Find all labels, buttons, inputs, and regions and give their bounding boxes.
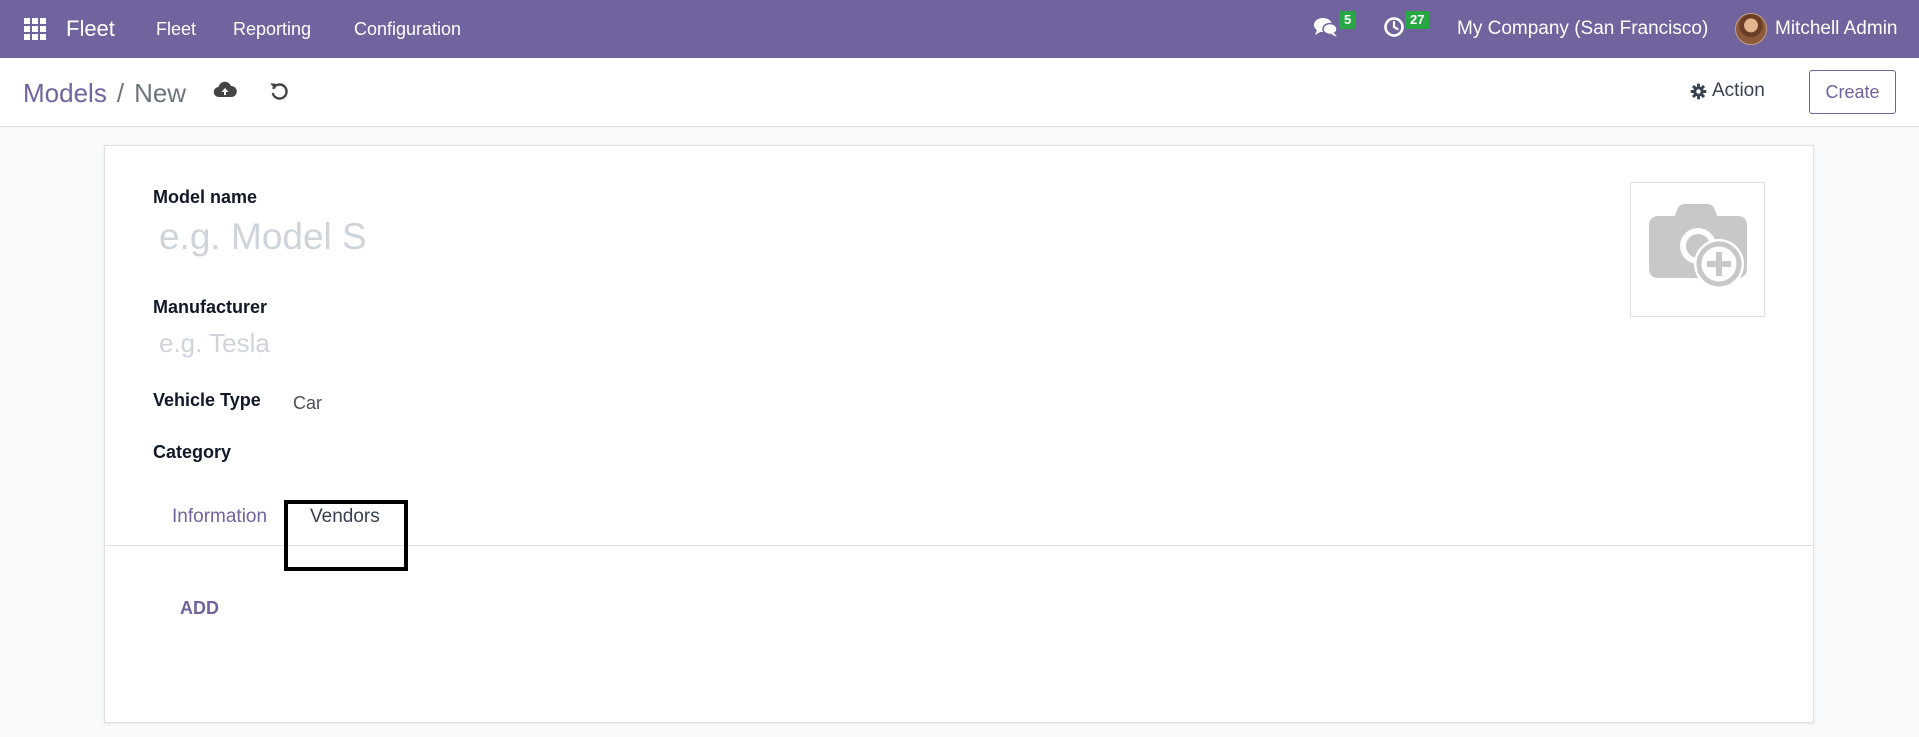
activities-button[interactable]: 27 — [1383, 0, 1430, 58]
app-brand[interactable]: Fleet — [66, 0, 115, 58]
breadcrumb: Models / New — [23, 78, 186, 109]
clock-icon — [1383, 16, 1405, 43]
action-label: Action — [1712, 80, 1765, 101]
breadcrumb-parent[interactable]: Models — [23, 78, 107, 109]
menu-item-reporting[interactable]: Reporting — [233, 0, 311, 58]
messages-button[interactable]: 5 — [1313, 0, 1357, 58]
apps-menu-icon[interactable] — [24, 0, 48, 58]
model-name-input[interactable] — [159, 216, 1059, 258]
cloud-upload-icon — [213, 81, 237, 104]
manufacturer-input[interactable] — [159, 328, 659, 359]
activities-badge: 27 — [1405, 11, 1430, 29]
form-sheet: Model name Manufacturer Vehicle Type Car… — [104, 145, 1814, 723]
gear-icon — [1690, 83, 1707, 100]
user-name: Mitchell Admin — [1775, 18, 1898, 39]
tab-vendors[interactable]: Vendors — [310, 506, 380, 528]
breadcrumb-current: New — [134, 78, 187, 108]
model-name-label: Model name — [153, 187, 258, 207]
manufacturer-label: Manufacturer — [153, 297, 268, 317]
menu-item-fleet[interactable]: Fleet — [156, 0, 196, 58]
create-button[interactable]: Create — [1809, 70, 1896, 114]
undo-icon — [268, 83, 290, 106]
action-menu-button[interactable]: Action — [1690, 80, 1765, 102]
save-button[interactable] — [213, 80, 237, 105]
top-navbar: Fleet Fleet Reporting Configuration 5 27… — [0, 0, 1919, 58]
camera-plus-icon — [1645, 200, 1751, 299]
company-switcher[interactable]: My Company (San Francisco) — [1457, 0, 1708, 58]
category-label: Category — [153, 442, 232, 462]
user-menu[interactable]: Mitchell Admin — [1735, 0, 1898, 58]
messages-badge: 5 — [1339, 11, 1357, 29]
menu-item-configuration[interactable]: Configuration — [354, 0, 461, 58]
vehicle-type-select[interactable]: Car — [293, 393, 322, 414]
vehicle-type-label: Vehicle Type — [153, 390, 261, 410]
notebook-tabs: Information Vendors — [105, 500, 1813, 546]
control-panel: Models / New Action Create — [0, 58, 1919, 127]
tab-information[interactable]: Information — [172, 506, 267, 528]
breadcrumb-separator: / — [116, 78, 125, 108]
chat-bubbles-icon — [1313, 16, 1339, 43]
avatar — [1735, 13, 1767, 45]
discard-button[interactable] — [268, 80, 290, 107]
add-vendor-button[interactable]: ADD — [180, 598, 219, 619]
model-image-upload[interactable] — [1630, 182, 1765, 317]
